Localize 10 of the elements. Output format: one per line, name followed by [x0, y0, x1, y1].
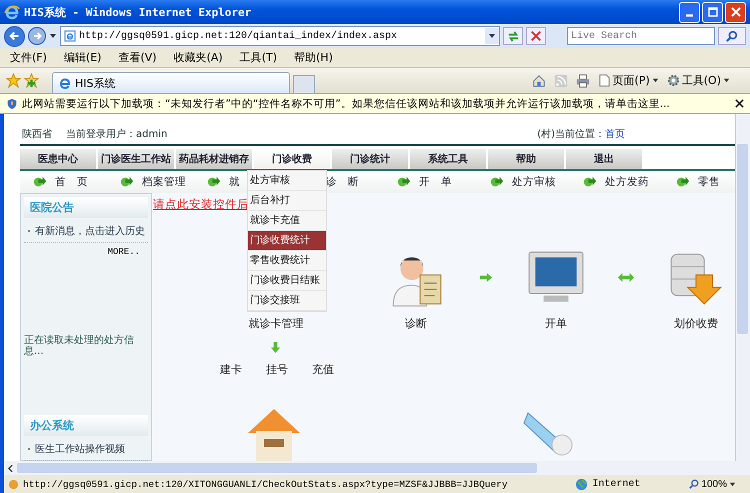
location-text: (村)当前位置：首页: [537, 128, 625, 141]
sidebar-header: 医院公告: [24, 197, 148, 218]
security-zone-text: Internet: [592, 478, 640, 490]
status-url: http://ggsq0591.gicp.net:120/XITONGGUANLI/CheckOutStats.aspx?type=MZSF&JJBBB=JJBQuery: [23, 478, 508, 490]
loading-text: 正在读取未处理的处方信息...: [24, 335, 135, 357]
information-bar-message: 此网站需要运行以下加载项：“未知发行者”中的“控件名称不可用”。如果您信任该网站和该加载项并允许运行该加载项，请单击这里...: [22, 96, 670, 110]
window-title: HIS系统 - Windows Internet Explorer: [24, 4, 252, 20]
province-text: 陕西省: [22, 128, 52, 141]
sidebar-header: 办公系统: [24, 415, 148, 436]
login-user-text: 当前登录用户：admin: [66, 128, 168, 141]
